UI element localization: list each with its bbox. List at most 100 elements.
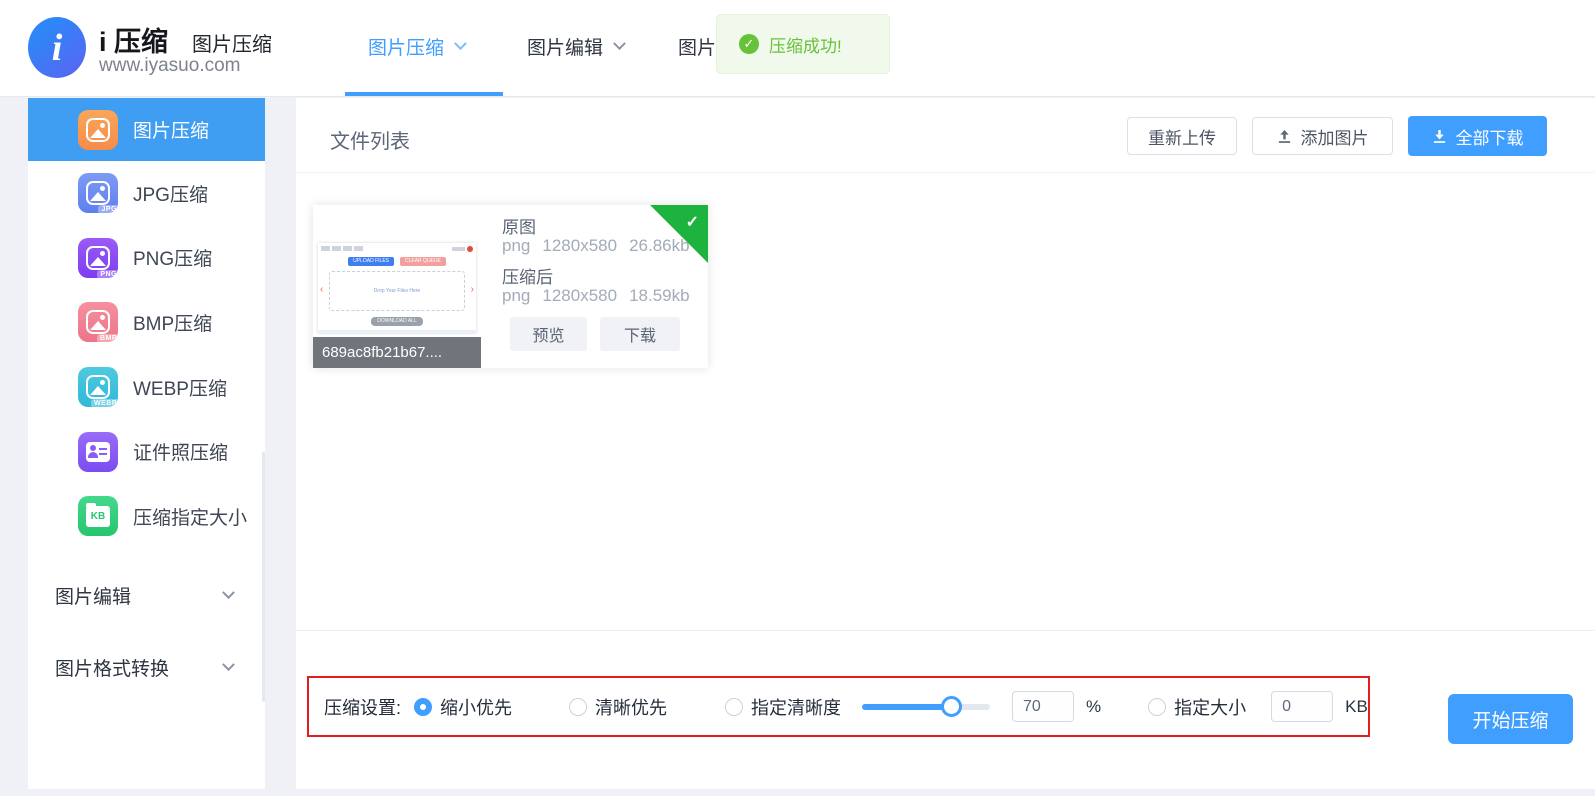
chevron-down-icon [613, 37, 626, 50]
original-format: png [502, 236, 530, 256]
download-all-button[interactable]: 全部下载 [1408, 116, 1547, 156]
quality-slider-thumb[interactable] [941, 696, 962, 717]
radio-clarity-first[interactable] [569, 698, 587, 716]
file-card: UPLOAD FILES CLEAR QUEUE Drop Your Files… [313, 205, 708, 368]
reupload-button[interactable]: 重新上传 [1127, 117, 1237, 155]
success-toast: ✓ 压缩成功! [716, 14, 890, 74]
sidebar-item-image-compress[interactable]: 图片压缩 [28, 98, 265, 161]
upload-icon [1277, 129, 1292, 144]
size-unit: KB [1345, 697, 1368, 717]
tab-label: 图片编辑 [527, 33, 603, 60]
png-compress-icon: PNG [78, 238, 118, 278]
mini-download-all-button: DOWNLOAD ALL [371, 317, 422, 326]
mini-arrow-left-icon: ‹ [320, 285, 323, 295]
button-label: 下载 [624, 322, 656, 346]
active-tab-underline [345, 92, 503, 96]
quality-unit: % [1086, 697, 1101, 717]
webp-compress-icon: WEBP [78, 367, 118, 407]
sidebar-scrollbar[interactable] [262, 452, 265, 702]
sidebar-group-label: 图片格式转换 [55, 654, 169, 681]
radio-label-shrink-first[interactable]: 缩小优先 [440, 694, 512, 720]
chevron-down-icon [222, 586, 235, 599]
settings-divider [296, 630, 1595, 631]
sidebar-item-label: 图片压缩 [133, 116, 209, 143]
sidebar-item-label: JPG压缩 [133, 180, 208, 207]
radio-label-clarity-first[interactable]: 清晰优先 [595, 694, 667, 720]
original-dimensions: 1280x580 [542, 236, 617, 256]
mini-clear-button: CLEAR QUEUE [400, 257, 446, 266]
sidebar-item-webp-compress[interactable]: WEBP WEBP压缩 [28, 355, 265, 420]
brand-logo-icon: i [28, 17, 86, 78]
sidebar-item-png-compress[interactable]: PNG PNG压缩 [28, 226, 265, 291]
original-label: 原图 [502, 213, 536, 238]
tab-image-compress[interactable]: 图片压缩 [368, 33, 465, 60]
radio-shrink-first[interactable] [414, 698, 432, 716]
sidebar-group-image-convert[interactable]: 图片格式转换 [28, 643, 265, 691]
compressed-size: 18.59kb [629, 286, 690, 306]
tab-image-edit[interactable]: 图片编辑 [527, 33, 624, 60]
compressed-label: 压缩后 [502, 263, 553, 288]
target-size-input[interactable] [1271, 691, 1333, 722]
sidebar-group-label: 图片编辑 [55, 582, 131, 609]
settings-label: 压缩设置: [324, 694, 401, 720]
check-circle-icon: ✓ [739, 34, 759, 54]
check-icon: ✓ [686, 212, 699, 232]
sidebar: 图片压缩 JPG JPG压缩 PNG PNG压缩 BMP BMP压缩 WEBP … [28, 98, 265, 789]
radio-label-custom-clarity[interactable]: 指定清晰度 [751, 694, 841, 720]
compression-settings-bar: 压缩设置: 缩小优先 清晰优先 指定清晰度 % 指定大小 KB [307, 676, 1370, 737]
button-label: 预览 [532, 322, 564, 346]
radio-target-size[interactable] [1148, 698, 1166, 716]
success-corner-ribbon [650, 205, 708, 263]
image-compress-icon [78, 110, 118, 150]
mini-footer-strip [318, 330, 476, 333]
brand-name: i 压缩 [99, 20, 168, 59]
button-label: 添加图片 [1301, 124, 1369, 149]
file-download-button[interactable]: 下载 [600, 317, 680, 351]
button-label: 全部下载 [1456, 124, 1524, 149]
mini-upload-button: UPLOAD FILES [348, 257, 394, 266]
compressed-dimensions: 1280x580 [542, 286, 617, 306]
compressed-format: png [502, 286, 530, 306]
sidebar-item-label: PNG压缩 [133, 244, 212, 271]
sidebar-item-bmp-compress[interactable]: BMP BMP压缩 [28, 290, 265, 355]
sidebar-item-target-size-compress[interactable]: KB 压缩指定大小 [28, 484, 265, 549]
preview-button[interactable]: 预览 [510, 317, 587, 351]
brand-url: www.iyasuo.com [99, 55, 241, 77]
page-title: 文件列表 [330, 125, 410, 154]
sidebar-group-image-edit[interactable]: 图片编辑 [28, 571, 265, 619]
jpg-compress-icon: JPG [78, 173, 118, 213]
radio-label-target-size[interactable]: 指定大小 [1174, 694, 1246, 720]
quality-input[interactable] [1012, 691, 1074, 722]
main-panel: 文件列表 重新上传 添加图片 全部下载 UPLOAD FILES CLEAR Q… [296, 98, 1595, 789]
chevron-down-icon [454, 37, 467, 50]
toast-message: 压缩成功! [769, 32, 842, 57]
sidebar-item-idphoto-compress[interactable]: 证件照压缩 [28, 419, 265, 484]
button-label: 重新上传 [1148, 124, 1216, 149]
kb-folder-icon: KB [78, 496, 118, 536]
mini-dropzone: Drop Your Files Here [329, 271, 465, 311]
mini-format-chips [321, 246, 363, 251]
chevron-down-icon [222, 658, 235, 671]
quality-slider[interactable] [862, 704, 990, 710]
brand-tagline: 图片压缩 [192, 28, 272, 57]
id-photo-icon [78, 432, 118, 472]
sidebar-item-label: WEBP压缩 [133, 374, 227, 401]
sidebar-item-label: 压缩指定大小 [133, 503, 247, 530]
sidebar-item-label: 证件照压缩 [133, 438, 228, 465]
add-images-button[interactable]: 添加图片 [1252, 117, 1393, 155]
filename-label: 689ac8fb21b67.... [313, 337, 481, 368]
header-divider [296, 172, 1595, 173]
sidebar-item-jpg-compress[interactable]: JPG JPG压缩 [28, 161, 265, 226]
download-icon [1432, 129, 1447, 144]
mini-close-icon [452, 246, 473, 252]
tab-label: 图片压缩 [368, 33, 444, 60]
quality-slider-fill [862, 704, 952, 710]
button-label: 开始压缩 [1472, 706, 1548, 733]
logo-letter: i [52, 26, 63, 70]
bmp-compress-icon: BMP [78, 302, 118, 342]
start-compress-button[interactable]: 开始压缩 [1448, 694, 1573, 744]
radio-custom-clarity[interactable] [725, 698, 743, 716]
sidebar-item-label: BMP压缩 [133, 309, 212, 336]
file-thumbnail[interactable]: UPLOAD FILES CLEAR QUEUE Drop Your Files… [313, 205, 481, 368]
thumbnail-preview-image: UPLOAD FILES CLEAR QUEUE Drop Your Files… [318, 243, 476, 333]
